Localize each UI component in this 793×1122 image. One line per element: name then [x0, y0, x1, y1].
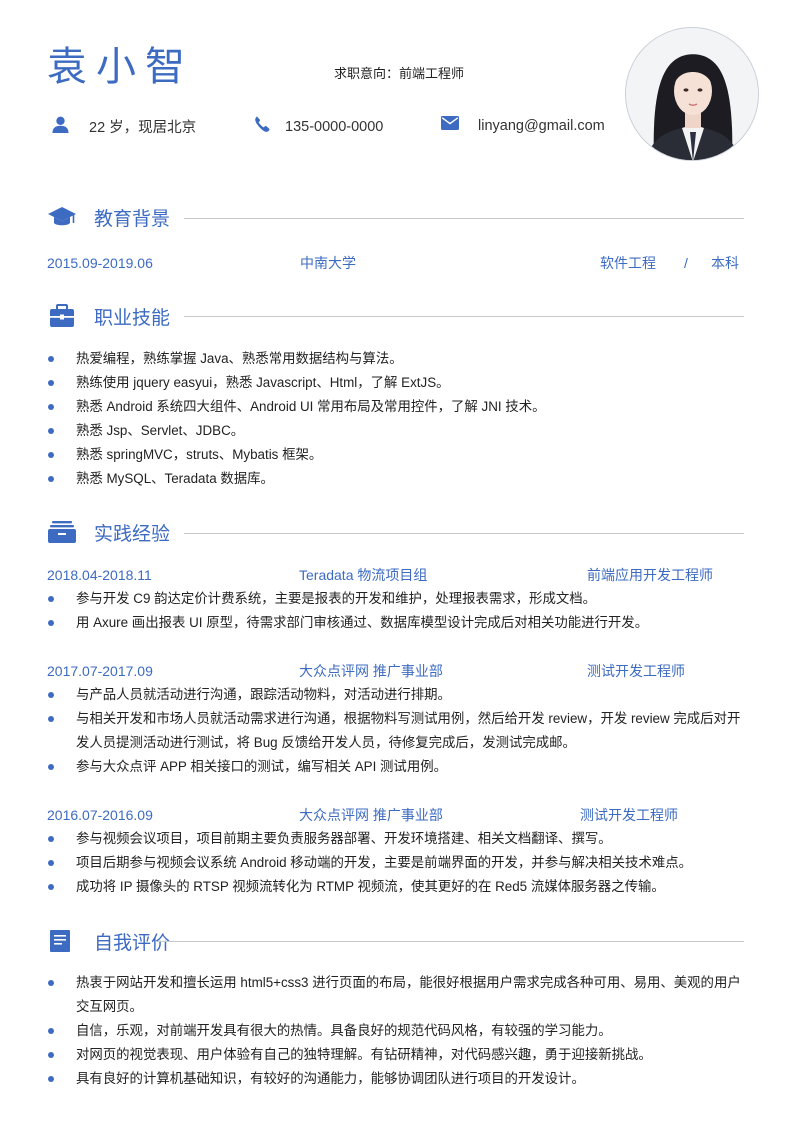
- job-intent: 求职意向：前端工程师: [334, 66, 465, 81]
- skills-section-header: 职业技能: [47, 304, 170, 333]
- education-date: 2015.09-2019.06: [47, 255, 153, 271]
- education-school: 中南大学: [300, 255, 356, 271]
- list-item: 熟悉 Android 系统四大组件、Android UI 常用布局及常用控件，了…: [47, 395, 747, 419]
- job-date: 2016.07-2016.09: [47, 807, 153, 823]
- education-major: 软件工程: [600, 255, 656, 271]
- education-separator: /: [684, 255, 688, 271]
- list-item: 对网页的视觉表现、用户体验有自己的独特理解。有钻研精神，对代码感兴趣，勇于迎接新…: [47, 1043, 747, 1067]
- job-org: 大众点评网 推广事业部: [299, 663, 443, 679]
- job-date: 2017.07-2017.09: [47, 663, 153, 679]
- user-icon: [52, 116, 69, 139]
- mail-icon: [441, 116, 459, 136]
- section-divider: [184, 218, 744, 219]
- list-item: 热爱编程，熟练掌握 Java、熟悉常用数据结构与算法。: [47, 347, 747, 371]
- education-section-header: 教育背景: [47, 205, 170, 234]
- list-item: 成功将 IP 摄像头的 RTSP 视频流转化为 RTMP 视频流，使其更好的在 …: [47, 875, 747, 899]
- experience-title: 实践经验: [94, 523, 171, 545]
- job-role: 测试开发工程师: [587, 663, 685, 679]
- job-org: Teradata 物流项目组: [299, 567, 428, 583]
- self-evaluation-list: 热衷于网站开发和擅长运用 html5+css3 进行页面的布局，能很好根据用户需…: [47, 971, 747, 1091]
- job-duties-list: 参与开发 C9 韵达定价计费系统，主要是报表的开发和维护，处理报表需求，形成文档…: [47, 587, 747, 635]
- education-title: 教育背景: [94, 208, 171, 230]
- document-icon: [47, 929, 77, 958]
- phone-info: 135-0000-0000: [254, 116, 383, 138]
- job-duties-list: 参与视频会议项目，项目前期主要负责服务器部署、开发环境搭建、相关文档翻译、撰写。…: [47, 827, 747, 899]
- job-row: 2017.07-2017.09 大众点评网 推广事业部 测试开发工程师: [47, 661, 744, 681]
- phone-icon: [254, 116, 270, 138]
- section-divider: [157, 941, 744, 942]
- list-item: 具有良好的计算机基础知识，有较好的沟通能力，能够协调团队进行项目的开发设计。: [47, 1067, 747, 1091]
- email-info: linyang@gmail.com: [441, 116, 605, 136]
- self-evaluation-title: 自我评价: [94, 932, 171, 954]
- candidate-name: 袁小智: [47, 45, 194, 89]
- section-divider: [184, 533, 744, 534]
- list-item: 用 Axure 画出报表 UI 原型，待需求部门审核通过、数据库模型设计完成后对…: [47, 611, 747, 635]
- job-role: 前端应用开发工程师: [587, 567, 713, 583]
- age-location: 22 岁，现居北京: [89, 119, 197, 136]
- email-address: linyang@gmail.com: [478, 118, 605, 134]
- list-item: 参与视频会议项目，项目前期主要负责服务器部署、开发环境搭建、相关文档翻译、撰写。: [47, 827, 747, 851]
- age-location-info: 22 岁，现居北京: [52, 116, 196, 139]
- list-item: 热衷于网站开发和擅长运用 html5+css3 进行页面的布局，能很好根据用户需…: [47, 971, 747, 1019]
- experience-section-header: 实践经验: [47, 520, 170, 549]
- list-item: 参与大众点评 APP 相关接口的测试，编写相关 API 测试用例。: [47, 755, 747, 779]
- education-degree: 本科: [711, 255, 739, 271]
- list-item: 与产品人员就活动进行沟通，跟踪活动物料，对活动进行排期。: [47, 683, 747, 707]
- archive-box-icon: [47, 520, 77, 549]
- list-item: 自信，乐观，对前端开发具有很大的热情。具备良好的规范代码风格，有较强的学习能力。: [47, 1019, 747, 1043]
- section-divider: [184, 316, 744, 317]
- list-item: 参与开发 C9 韵达定价计费系统，主要是报表的开发和维护，处理报表需求，形成文档…: [47, 587, 747, 611]
- skills-title: 职业技能: [94, 307, 171, 329]
- list-item: 熟悉 springMVC，struts、Mybatis 框架。: [47, 443, 747, 467]
- job-row: 2018.04-2018.11 Teradata 物流项目组 前端应用开发工程师: [47, 565, 744, 585]
- job-date: 2018.04-2018.11: [47, 567, 152, 583]
- list-item: 熟练使用 jquery easyui，熟悉 Javascript、Html，了解…: [47, 371, 747, 395]
- self-evaluation-section-header: 自我评价: [47, 929, 170, 958]
- phone-number: 135-0000-0000: [285, 119, 384, 135]
- profile-photo: [625, 27, 759, 161]
- skills-list: 热爱编程，熟练掌握 Java、熟悉常用数据结构与算法。 熟练使用 jquery …: [47, 347, 747, 491]
- job-org: 大众点评网 推广事业部: [299, 807, 443, 823]
- list-item: 与相关开发和市场人员就活动需求进行沟通，根据物料写测试用例，然后给开发 revi…: [47, 707, 747, 755]
- job-row: 2016.07-2016.09 大众点评网 推广事业部 测试开发工程师: [47, 805, 744, 825]
- list-item: 熟悉 Jsp、Servlet、JDBC。: [47, 419, 747, 443]
- job-role: 测试开发工程师: [580, 807, 678, 823]
- list-item: 熟悉 MySQL、Teradata 数据库。: [47, 467, 747, 491]
- list-item: 项目后期参与视频会议系统 Android 移动端的开发，主要是前端界面的开发，并…: [47, 851, 747, 875]
- graduation-cap-icon: [47, 205, 77, 234]
- briefcase-icon: [47, 304, 77, 333]
- education-row: 2015.09-2019.06 中南大学 软件工程 / 本科: [47, 253, 744, 273]
- job-duties-list: 与产品人员就活动进行沟通，跟踪活动物料，对活动进行排期。 与相关开发和市场人员就…: [47, 683, 747, 779]
